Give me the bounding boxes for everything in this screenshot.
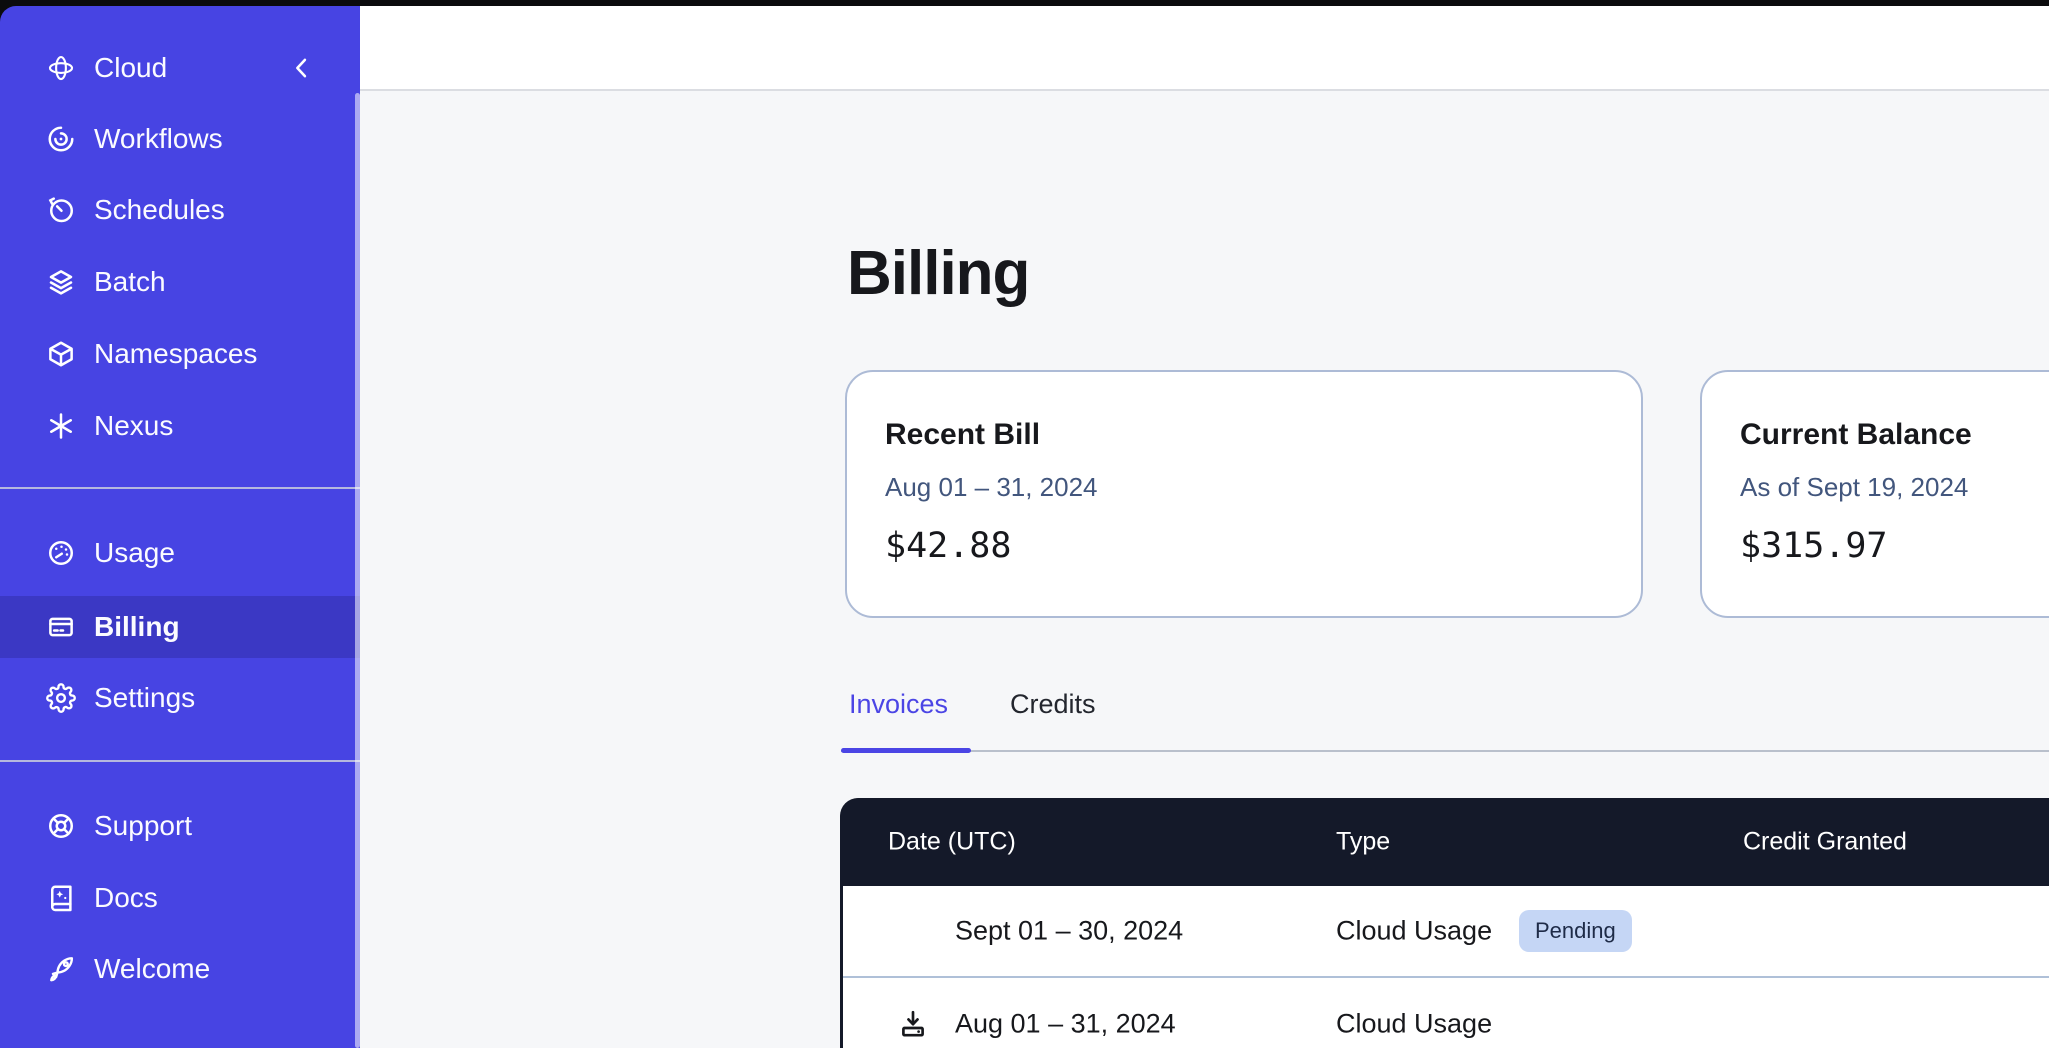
- sidebar-item-settings[interactable]: Settings: [0, 667, 360, 729]
- workflows-icon: [46, 124, 76, 154]
- table-row: Aug 01 – 31, 2024 Cloud Usage: [843, 978, 2049, 1048]
- download-icon: [897, 1008, 929, 1040]
- sidebar-item-label: Support: [94, 810, 192, 842]
- nexus-asterisk-icon: [46, 411, 76, 441]
- sidebar-item-label: Workflows: [94, 123, 223, 155]
- recent-bill-period: Aug 01 – 31, 2024: [885, 472, 1641, 502]
- sidebar-item-batch[interactable]: Batch: [0, 251, 360, 313]
- column-header-type: Type: [1336, 828, 1390, 857]
- sidebar-item-label: Namespaces: [94, 338, 257, 370]
- page-title: Billing: [847, 238, 1029, 309]
- download-invoice-button[interactable]: [897, 1008, 929, 1040]
- invoices-table-header: Date (UTC) Type Credit Granted: [840, 798, 2049, 886]
- invoice-type: Cloud Usage: [1336, 1009, 1492, 1040]
- sidebar-divider: [0, 760, 360, 762]
- sidebar-item-billing[interactable]: Billing: [0, 596, 360, 658]
- billing-card-icon: [46, 612, 76, 642]
- active-tab-indicator: [841, 748, 971, 753]
- column-header-date: Date (UTC): [888, 828, 1016, 857]
- sidebar-item-docs[interactable]: Docs: [0, 867, 360, 929]
- sidebar: Cloud Workflows Schedules: [0, 6, 360, 1048]
- sidebar-item-label: Welcome: [94, 953, 210, 985]
- schedules-icon: [46, 195, 76, 225]
- recent-bill-card: Recent Bill Aug 01 – 31, 2024 $42.88: [845, 370, 1643, 618]
- current-balance-amount: $315.97: [1740, 526, 2049, 566]
- docs-book-icon: [46, 883, 76, 913]
- sidebar-item-label: Schedules: [94, 194, 225, 226]
- sidebar-item-usage[interactable]: Usage: [0, 522, 360, 584]
- sidebar-item-welcome[interactable]: Welcome: [0, 938, 360, 1000]
- sidebar-item-nexus[interactable]: Nexus: [0, 395, 360, 457]
- sidebar-item-label: Usage: [94, 537, 175, 569]
- tab-invoices[interactable]: Invoices: [849, 688, 948, 720]
- current-balance-card: Current Balance As of Sept 19, 2024 $315…: [1700, 370, 2049, 618]
- support-lifering-icon: [46, 811, 76, 841]
- batch-layers-icon: [46, 267, 76, 297]
- status-badge: Pending: [1519, 910, 1632, 952]
- table-row: Sept 01 – 30, 2024 Cloud Usage Pending: [843, 886, 2049, 978]
- sidebar-item-workflows[interactable]: Workflows: [0, 108, 360, 170]
- collapse-sidebar-button[interactable]: [288, 54, 316, 82]
- invoice-date: Sept 01 – 30, 2024: [955, 916, 1183, 947]
- sidebar-item-label: Billing: [94, 611, 180, 643]
- tabs-divider-line: [841, 750, 2049, 752]
- sidebar-item-label: Cloud: [94, 52, 167, 84]
- current-balance-title: Current Balance: [1740, 418, 2049, 452]
- welcome-rocket-icon: [46, 954, 76, 984]
- sidebar-item-label: Settings: [94, 682, 195, 714]
- column-header-credit: Credit Granted: [1743, 828, 1907, 857]
- namespaces-cube-icon: [46, 339, 76, 369]
- sidebar-item-label: Docs: [94, 882, 158, 914]
- temporal-logo-icon: [46, 53, 76, 83]
- usage-gauge-icon: [46, 538, 76, 568]
- settings-gear-icon: [46, 683, 76, 713]
- sidebar-item-label: Batch: [94, 266, 166, 298]
- chevron-left-icon: [288, 54, 316, 82]
- tab-credits[interactable]: Credits: [1010, 688, 1096, 720]
- invoices-table: Date (UTC) Type Credit Granted Sept 01 –…: [840, 798, 2049, 1048]
- main-content: Billing Recent Bill Aug 01 – 31, 2024 $4…: [360, 6, 2049, 1048]
- recent-bill-amount: $42.88: [885, 526, 1641, 566]
- current-balance-date: As of Sept 19, 2024: [1740, 472, 2049, 502]
- sidebar-item-label: Nexus: [94, 410, 173, 442]
- invoice-type: Cloud Usage: [1336, 916, 1492, 947]
- sidebar-item-schedules[interactable]: Schedules: [0, 179, 360, 241]
- sidebar-item-cloud[interactable]: Cloud: [0, 37, 360, 99]
- sidebar-item-namespaces[interactable]: Namespaces: [0, 323, 360, 385]
- recent-bill-title: Recent Bill: [885, 418, 1641, 452]
- sidebar-divider: [0, 487, 360, 489]
- sidebar-item-support[interactable]: Support: [0, 795, 360, 857]
- invoice-date: Aug 01 – 31, 2024: [955, 1009, 1176, 1040]
- top-header-bar: [360, 6, 2049, 91]
- sidebar-scrollbar[interactable]: [355, 93, 360, 1048]
